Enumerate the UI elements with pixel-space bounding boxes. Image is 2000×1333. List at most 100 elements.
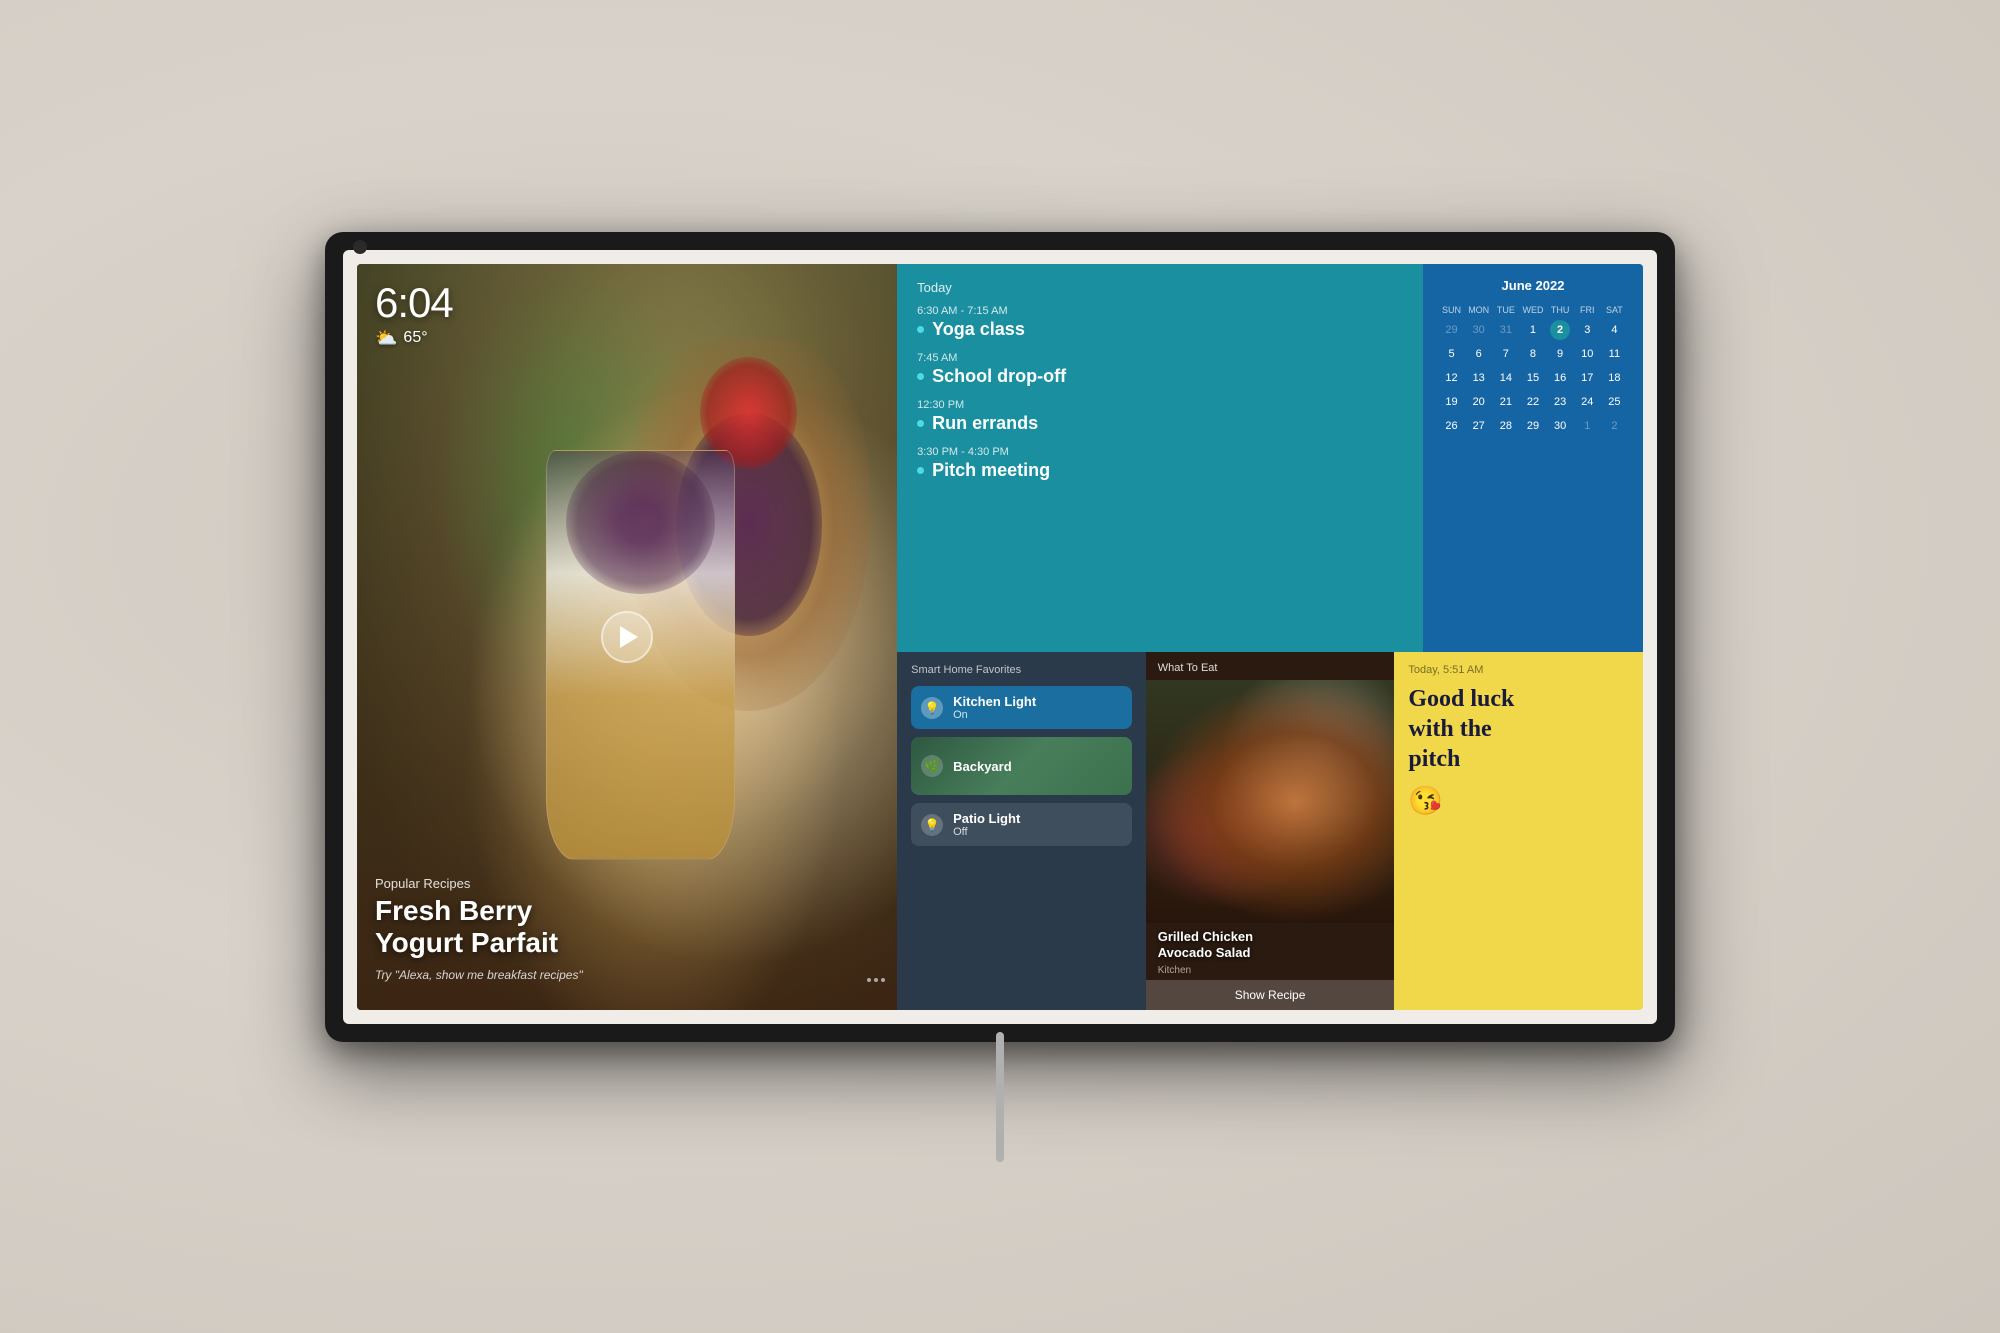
device-status: On (953, 709, 1122, 721)
recipe-title: Fresh BerryYogurt Parfait (375, 895, 583, 959)
backyard-device-content: 🌿 Backyard (921, 755, 1012, 777)
what-to-eat-panel[interactable]: What To Eat Grilled ChickenAvocado Salad… (1146, 652, 1395, 1010)
patio-light-device[interactable]: 💡 Patio Light Off (911, 803, 1132, 846)
event-name: Run errands (917, 413, 1403, 434)
cal-day[interactable]: 9 (1550, 344, 1570, 364)
calendar-title: June 2022 (1439, 278, 1627, 293)
cal-day[interactable]: 2 (1604, 416, 1624, 436)
cal-day[interactable]: 19 (1442, 392, 1462, 412)
device-name: Patio Light (953, 811, 1122, 826)
food-image (1146, 680, 1395, 923)
cal-day[interactable]: 14 (1496, 368, 1516, 388)
events-panel: Today 6:30 AM - 7:15 AM Yoga class 7:45 … (897, 264, 1423, 653)
device-status: Off (953, 826, 1122, 838)
recipe-category: Popular Recipes (375, 876, 583, 891)
cal-day[interactable]: 24 (1577, 392, 1597, 412)
cal-day[interactable]: 22 (1523, 392, 1543, 412)
show-recipe-button[interactable]: Show Recipe (1146, 980, 1395, 1010)
kitchen-light-device[interactable]: 💡 Kitchen Light On (911, 686, 1132, 729)
cal-day[interactable]: 6 (1469, 344, 1489, 364)
cal-day[interactable]: 28 (1496, 416, 1516, 436)
dots-menu[interactable] (867, 978, 885, 982)
event-time: 3:30 PM - 4:30 PM (917, 446, 1403, 458)
cal-day[interactable]: 12 (1442, 368, 1462, 388)
cal-day[interactable]: 10 (1577, 344, 1597, 364)
device-info: Patio Light Off (953, 811, 1122, 838)
food-content: What To Eat Grilled ChickenAvocado Salad… (1146, 652, 1395, 1010)
event-item[interactable]: 3:30 PM - 4:30 PM Pitch meeting (917, 446, 1403, 481)
three-dots-icon (867, 978, 885, 982)
device-info: Kitchen Light On (953, 694, 1122, 721)
event-dot-icon (917, 326, 924, 333)
cal-day[interactable]: 26 (1442, 416, 1462, 436)
cal-header-fri: FRI (1575, 303, 1600, 317)
cal-day-today[interactable]: 2 (1550, 320, 1570, 340)
cal-day[interactable]: 8 (1523, 344, 1543, 364)
cal-day[interactable]: 4 (1604, 320, 1624, 340)
event-item[interactable]: 6:30 AM - 7:15 AM Yoga class (917, 305, 1403, 340)
cal-day[interactable]: 15 (1523, 368, 1543, 388)
food-dish-name: Grilled ChickenAvocado Salad (1146, 923, 1395, 964)
top-right-section: Today 6:30 AM - 7:15 AM Yoga class 7:45 … (897, 264, 1643, 653)
cal-day[interactable]: 27 (1469, 416, 1489, 436)
event-dot-icon (917, 467, 924, 474)
note-text: Good luckwith thepitch (1408, 684, 1629, 774)
time-display: 6:04 (375, 282, 453, 324)
recipe-panel[interactable]: 6:04 ⛅ 65° Popular Recipes Fresh BerryYo… (357, 264, 897, 1010)
cal-day[interactable]: 11 (1604, 344, 1624, 364)
play-button[interactable] (601, 611, 653, 663)
tv-frame: 6:04 ⛅ 65° Popular Recipes Fresh BerryYo… (325, 232, 1675, 1042)
events-title: Today (917, 280, 1403, 295)
cal-day[interactable]: 31 (1496, 320, 1516, 340)
play-triangle-icon (620, 626, 638, 648)
screen: 6:04 ⛅ 65° Popular Recipes Fresh BerryYo… (357, 264, 1643, 1010)
note-timestamp: Today, 5:51 AM (1408, 664, 1629, 676)
cal-day[interactable]: 29 (1442, 320, 1462, 340)
event-name: Pitch meeting (917, 460, 1403, 481)
camera-dot (353, 240, 367, 254)
food-header: What To Eat (1146, 652, 1395, 680)
event-time: 7:45 AM (917, 352, 1403, 364)
cal-day[interactable]: 30 (1550, 416, 1570, 436)
backyard-icon: 🌿 (921, 755, 943, 777)
cal-header-tue: TUE (1493, 303, 1518, 317)
event-name: School drop-off (917, 366, 1403, 387)
cal-day[interactable]: 17 (1577, 368, 1597, 388)
event-dot-icon (917, 420, 924, 427)
event-item[interactable]: 12:30 PM Run errands (917, 399, 1403, 434)
cal-day[interactable]: 1 (1523, 320, 1543, 340)
note-emoji: 😘 (1408, 784, 1629, 817)
recipe-info: Popular Recipes Fresh BerryYogurt Parfai… (375, 876, 583, 981)
cal-day[interactable]: 13 (1469, 368, 1489, 388)
calendar-panel: June 2022 SUN MON TUE WED THU FRI SAT 29 (1423, 264, 1643, 653)
smart-home-panel: Smart Home Favorites 💡 Kitchen Light On (897, 652, 1146, 1010)
sticky-note-panel: Today, 5:51 AM Good luckwith thepitch 😘 (1394, 652, 1643, 1010)
cal-day[interactable]: 18 (1604, 368, 1624, 388)
cal-day[interactable]: 20 (1469, 392, 1489, 412)
smart-home-title: Smart Home Favorites (911, 664, 1132, 676)
cal-day[interactable]: 23 (1550, 392, 1570, 412)
cal-day[interactable]: 21 (1496, 392, 1516, 412)
backyard-device[interactable]: 🌿 Backyard (911, 737, 1132, 795)
event-time: 12:30 PM (917, 399, 1403, 411)
cal-header-sun: SUN (1439, 303, 1464, 317)
tv-inner: 6:04 ⛅ 65° Popular Recipes Fresh BerryYo… (343, 250, 1657, 1024)
cal-day[interactable]: 3 (1577, 320, 1597, 340)
bottom-right-section: Smart Home Favorites 💡 Kitchen Light On (897, 652, 1643, 1010)
cal-day[interactable]: 16 (1550, 368, 1570, 388)
event-time: 6:30 AM - 7:15 AM (917, 305, 1403, 317)
light-bulb-icon: 💡 (921, 697, 943, 719)
food-visual (1146, 680, 1395, 923)
cal-header-mon: MON (1466, 303, 1491, 317)
cal-day[interactable]: 7 (1496, 344, 1516, 364)
cal-day[interactable]: 25 (1604, 392, 1624, 412)
cal-day[interactable]: 5 (1442, 344, 1462, 364)
recipe-hint: Try "Alexa, show me breakfast recipes" (375, 968, 583, 982)
food-source: Kitchen (1146, 965, 1395, 980)
event-item[interactable]: 7:45 AM School drop-off (917, 352, 1403, 387)
cal-header-sat: SAT (1602, 303, 1627, 317)
cal-header-wed: WED (1520, 303, 1545, 317)
cal-day[interactable]: 1 (1577, 416, 1597, 436)
cal-day[interactable]: 29 (1523, 416, 1543, 436)
cal-day[interactable]: 30 (1469, 320, 1489, 340)
